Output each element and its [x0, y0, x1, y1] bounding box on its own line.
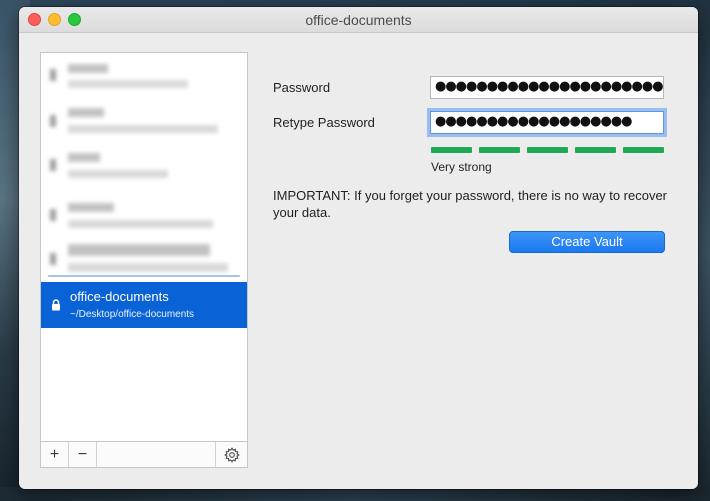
vault-list-item[interactable] — [41, 241, 247, 275]
vault-name-blurred — [68, 203, 114, 212]
vault-list-item[interactable] — [41, 149, 247, 185]
strength-segment — [479, 147, 520, 153]
add-vault-button[interactable]: + — [41, 442, 69, 467]
vault-list-item-selected[interactable]: office-documents ~/Desktop/office-docume… — [41, 282, 247, 328]
desktop-background-right — [696, 0, 710, 501]
password-label: Password — [273, 80, 331, 95]
vault-path-blurred — [68, 125, 218, 133]
vault-window: office-documents office-documents ~/Desk… — [19, 7, 698, 489]
desktop-background-bottom — [0, 487, 710, 501]
vault-path-blurred — [68, 220, 213, 228]
vault-path-blurred — [68, 263, 228, 272]
vault-name: office-documents — [70, 289, 169, 304]
strength-segment — [623, 147, 664, 153]
strength-segment — [527, 147, 568, 153]
retype-password-label: Retype Password — [273, 115, 375, 130]
vault-list-toolbar: + − — [41, 441, 247, 467]
password-warning: IMPORTANT: If you forget your password, … — [273, 188, 668, 220]
create-vault-button[interactable]: Create Vault — [509, 231, 665, 253]
vault-list-item[interactable] — [41, 59, 247, 95]
settings-button[interactable] — [215, 442, 247, 467]
title-bar: office-documents — [19, 7, 698, 33]
vault-name-blurred — [68, 153, 100, 162]
password-strength-meter — [431, 147, 664, 153]
retype-password-field[interactable]: ●●●●●●●●●●●●●●●●●●● — [430, 111, 664, 134]
remove-vault-button[interactable]: − — [69, 442, 97, 467]
vault-name-blurred — [68, 244, 210, 256]
vault-icon-blurred — [50, 115, 56, 127]
vault-icon-blurred — [50, 69, 56, 81]
window-title: office-documents — [305, 12, 412, 28]
password-strength-label: Very strong — [431, 160, 492, 174]
vault-list-item[interactable] — [41, 103, 247, 139]
vault-icon-blurred — [50, 253, 56, 265]
password-field[interactable]: ●●●●●●●●●●●●●●●●●●●●●●● — [430, 76, 664, 99]
gear-icon — [223, 446, 240, 463]
strength-segment — [431, 147, 472, 153]
vault-icon-blurred — [50, 159, 56, 171]
vault-path-blurred — [68, 170, 168, 178]
vault-path: ~/Desktop/office-documents — [70, 309, 195, 320]
vault-name-blurred — [68, 64, 108, 73]
strength-segment — [575, 147, 616, 153]
list-separator — [48, 275, 240, 277]
vault-path-blurred — [68, 80, 188, 88]
vault-name-blurred — [68, 108, 104, 117]
vault-list-item[interactable] — [41, 199, 247, 235]
lock-icon — [52, 299, 60, 311]
vault-list: office-documents ~/Desktop/office-docume… — [40, 52, 248, 468]
vault-icon-blurred — [50, 209, 56, 221]
